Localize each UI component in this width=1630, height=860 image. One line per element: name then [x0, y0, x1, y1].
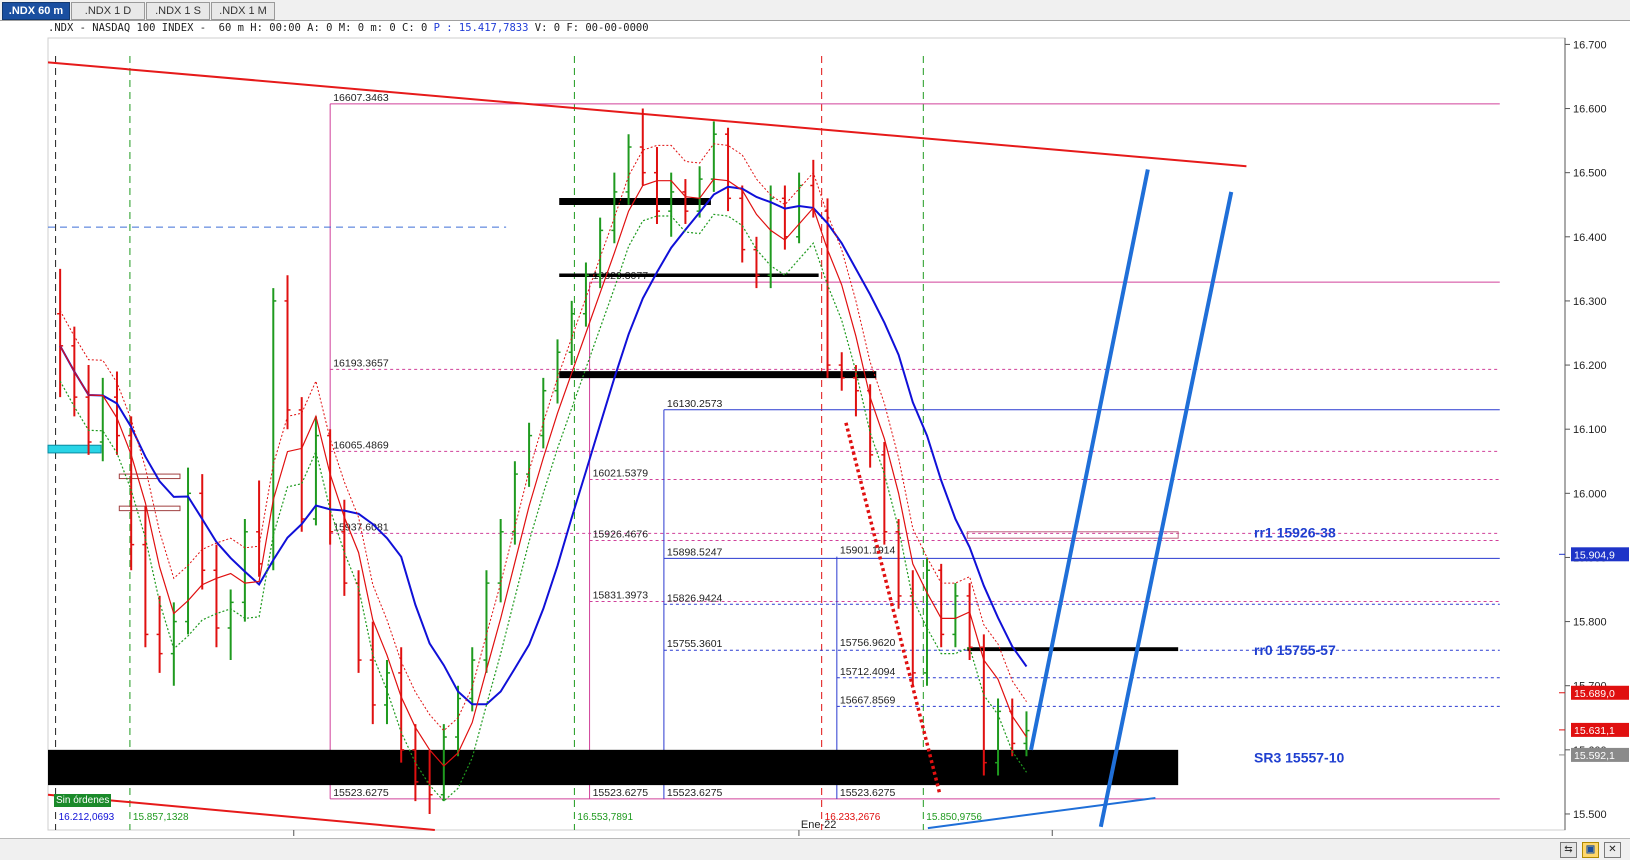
tab-bar: .NDX 60 m .NDX 1 D .NDX 1 S .NDX 1 M: [0, 0, 1630, 21]
fib-level-label: 15826.9424: [667, 592, 723, 604]
price-tag-label: 15.689,0: [1574, 688, 1615, 700]
tab-ndx-1d[interactable]: .NDX 1 D: [71, 2, 145, 20]
no-orders-badge: Sin órdenes: [54, 794, 112, 807]
y-tick-label: 16.000: [1573, 488, 1607, 500]
fib-level-label: 15755.3601: [667, 638, 723, 650]
status-bar: ⇆ ▣ ✕: [0, 838, 1630, 860]
header-price: P : 15.417,7833: [433, 22, 529, 34]
price-tag-label: 15.592,1: [1574, 750, 1615, 762]
zone-label: rr0 15755-57: [1254, 642, 1336, 658]
downtrend-line: [47, 61, 1247, 168]
divider-value-label: 15.857,1328: [133, 812, 189, 823]
divider-value-label: 16.553,7891: [577, 812, 633, 823]
save-icon[interactable]: ▣: [1582, 842, 1599, 858]
projection-line: [1029, 169, 1150, 751]
plot-frame: [47, 37, 1566, 831]
header-tail: V: 0 F: 00-00-0000: [528, 22, 649, 34]
y-tick-label: 15.800: [1573, 617, 1607, 629]
marker-box-cyan: [47, 444, 102, 454]
y-tick-label: 16.400: [1573, 232, 1607, 244]
projection-line: [1098, 191, 1234, 828]
close-icon[interactable]: ✕: [1604, 842, 1621, 858]
y-tick-label: 16.200: [1573, 360, 1607, 372]
y-tick-label: 16.300: [1573, 296, 1607, 308]
fib-level-label: 15523.6275: [593, 787, 649, 799]
tab-ndx-1m[interactable]: .NDX 1 M: [211, 2, 275, 20]
tab-ndx-60m[interactable]: .NDX 60 m: [2, 2, 70, 20]
fib-level-label: 15898.5247: [667, 546, 723, 558]
zone-label: rr1 15926-38: [1254, 524, 1336, 540]
marker-box-small: [118, 505, 181, 512]
support-zone-sr3: [48, 749, 1179, 786]
fib-level-label: 16065.4869: [333, 439, 389, 451]
divider-value-label: 16.212,0693: [59, 812, 115, 823]
tab-ndx-1s[interactable]: .NDX 1 S: [146, 2, 210, 20]
price-tag-label: 15.904,9: [1574, 549, 1615, 561]
y-tick-label: 16.500: [1573, 168, 1607, 180]
fib-level-label: 15523.6275: [667, 787, 723, 799]
fib-level-label: 15523.6275: [333, 787, 389, 799]
fib-level-label: 15712.4094: [840, 666, 896, 678]
fib-level-label: 15756.9620: [840, 637, 896, 649]
divider-value-label: 16.233,2676: [825, 812, 881, 823]
decline-projection: [844, 422, 942, 796]
zone-label: SR3 15557-10: [1254, 750, 1345, 766]
lower-band: [59, 213, 1027, 802]
chart-header: .NDX - NASDAQ 100 INDEX - 60 m H: 00:00 …: [48, 22, 649, 34]
y-tick-label: 15.500: [1573, 809, 1607, 821]
fib-level-label: 16130.2573: [667, 398, 723, 410]
marker-box-small: [118, 473, 181, 480]
scroll-icon[interactable]: ⇆: [1560, 842, 1577, 858]
header-text: .NDX - NASDAQ 100 INDEX - 60 m H: 00:00 …: [48, 22, 434, 34]
fib-level-label: 15926.4676: [593, 528, 649, 540]
resistance-zone-rr0: [967, 647, 1179, 652]
y-tick-label: 16.100: [1573, 424, 1607, 436]
y-tick-label: 16.700: [1573, 39, 1607, 51]
fib-level-label: 15523.6275: [840, 787, 896, 799]
y-tick-label: 16.600: [1573, 104, 1607, 116]
fib-level-label: 15831.3973: [593, 589, 649, 601]
price-chart[interactable]: 15.50015.60015.70015.80015.90016.00016.1…: [0, 20, 1630, 838]
fib-level-label: 16607.3463: [333, 92, 389, 104]
price-tag-label: 15.631,1: [1574, 725, 1615, 737]
fib-level-label: 15901.1914: [840, 545, 896, 557]
fib-level-label: 16021.5379: [593, 468, 649, 480]
fib-level-label: 16193.3657: [333, 357, 389, 369]
fib-level-label: 15667.8569: [840, 694, 896, 706]
